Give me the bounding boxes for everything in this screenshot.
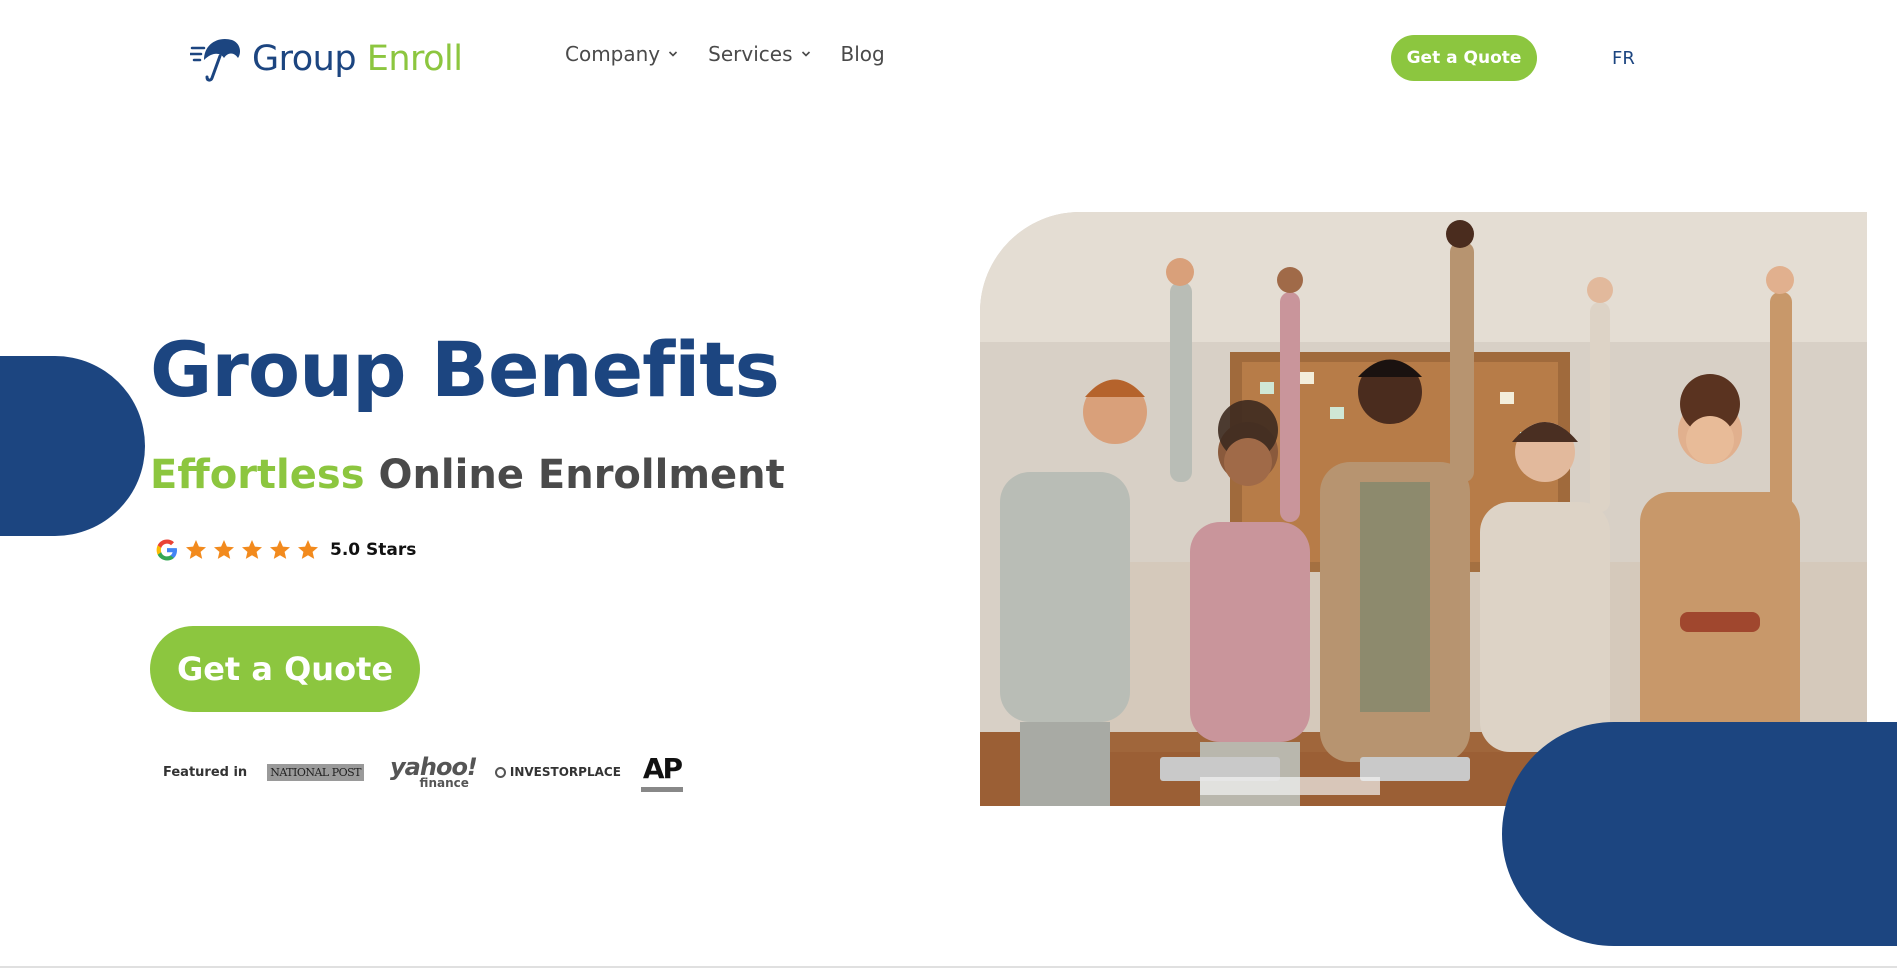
hero-team-photo bbox=[980, 212, 1867, 806]
rating-text: 5.0 Stars bbox=[330, 540, 417, 560]
featured-in-label: Featured in bbox=[163, 764, 248, 780]
chevron-down-icon bbox=[668, 49, 678, 59]
investorplace-icon bbox=[494, 766, 506, 778]
umbrella-logo-icon bbox=[190, 38, 240, 82]
yahoo-finance-logo: yahoo! finance bbox=[390, 755, 478, 789]
nav-item-services[interactable]: Services bbox=[708, 42, 810, 66]
star-icon bbox=[270, 540, 290, 559]
hero-title: Group Benefits bbox=[150, 325, 780, 414]
logo-word-group: Group bbox=[252, 39, 357, 79]
header-get-quote-button[interactable]: Get a Quote bbox=[1391, 35, 1537, 81]
google-rating: 5.0 Stars bbox=[154, 537, 416, 563]
hero-subtitle-rest: Online Enrollment bbox=[378, 452, 785, 498]
nav-item-blog[interactable]: Blog bbox=[841, 42, 885, 66]
featured-in-strip: Featured in NATIONAL POST yahoo! finance… bbox=[163, 750, 683, 794]
star-icon bbox=[298, 540, 318, 559]
nav-item-company[interactable]: Company bbox=[565, 42, 678, 66]
ap-logo: AP bbox=[640, 752, 683, 792]
hero-subtitle: Effortless Online Enrollment bbox=[150, 452, 785, 498]
hero-subtitle-highlight: Effortless bbox=[150, 452, 365, 498]
star-icon bbox=[214, 540, 234, 559]
decorative-blob-right bbox=[1502, 722, 1897, 946]
logo-word-enroll: Enroll bbox=[366, 39, 463, 79]
star-icon bbox=[186, 540, 206, 559]
chevron-down-icon bbox=[801, 49, 811, 59]
nav-item-services-label: Services bbox=[708, 42, 793, 66]
star-icon bbox=[242, 540, 262, 559]
language-toggle-fr[interactable]: FR bbox=[1612, 48, 1635, 69]
logo-text: Group Enroll bbox=[252, 39, 463, 79]
main-nav: Company Services Blog bbox=[565, 42, 885, 66]
site-logo[interactable]: Group Enroll bbox=[190, 34, 463, 84]
decorative-blob-left bbox=[0, 356, 145, 536]
nav-item-blog-label: Blog bbox=[840, 42, 885, 66]
hero-get-quote-button[interactable]: Get a Quote bbox=[150, 626, 420, 712]
investorplace-wordmark: INVESTORPLACE bbox=[509, 765, 621, 779]
google-icon bbox=[156, 539, 177, 561]
national-post-logo: NATIONAL POST bbox=[267, 763, 365, 781]
nav-item-company-label: Company bbox=[565, 42, 661, 66]
team-photo-illustration bbox=[980, 212, 1867, 806]
investorplace-logo: INVESTORPLACE bbox=[494, 765, 621, 779]
